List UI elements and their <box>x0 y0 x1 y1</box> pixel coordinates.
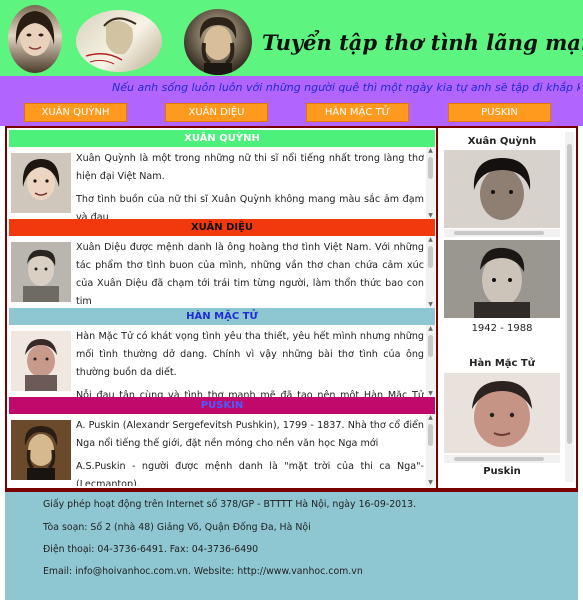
triangle-down-icon[interactable]: ▼ <box>427 479 434 486</box>
section-paragraph: Hàn Mặc Tử có khát vọng tình yêu tha thi… <box>76 331 424 378</box>
section-scrollbar[interactable]: ▲ ▼ <box>426 147 435 219</box>
triangle-down-icon[interactable]: ▼ <box>427 301 434 308</box>
triangle-down-icon[interactable]: ▼ <box>427 212 434 219</box>
triangle-up-icon[interactable]: ▲ <box>427 325 434 332</box>
gallery-photo-xuan-dieu <box>444 240 560 318</box>
poet-photo-xuan-dieu <box>11 242 71 302</box>
site-header: Tuyển tập thơ tình lãng mạn <box>0 0 583 76</box>
section-text: A. Puskin (Alexandr Sergefevitsh Pushkin… <box>76 417 424 486</box>
triangle-down-icon[interactable]: ▼ <box>427 390 434 397</box>
nav-button-puskin[interactable]: PUSKIN <box>448 103 551 122</box>
section-text: Xuân Quỳnh là một trong những nữ thi sĩ … <box>76 150 424 219</box>
triangle-up-icon[interactable]: ▲ <box>427 147 434 154</box>
gallery-photo-xuan-quynh <box>444 150 560 228</box>
section-paragraph: Xuân Quỳnh là một trong những nữ thi sĩ … <box>76 153 424 182</box>
poet-sections: XUÂN QUỲNH Xuân Quỳnh là một trong những… <box>9 130 435 486</box>
header-portrait-xuan-quynh <box>8 5 62 73</box>
section-heading: XUÂN QUỲNH <box>9 130 435 147</box>
section-heading: XUÂN DIỆU <box>9 219 435 236</box>
triangle-up-icon[interactable]: ▲ <box>427 414 434 421</box>
footer-license: Giấy phép hoạt động trên Internet số 378… <box>43 499 417 510</box>
section-puskin: PUSKIN A. Puskin (Alexandr Sergefevitsh … <box>9 397 435 486</box>
gallery-name-han-mac-tu: Hàn Mặc Tử <box>469 358 535 369</box>
gallery-hscroll[interactable] <box>444 455 560 463</box>
gallery-name-puskin: Puskin <box>483 466 521 477</box>
nav-bar: Nếu anh sống luôn luôn với những người q… <box>0 76 583 126</box>
section-xuan-dieu: XUÂN DIỆU Xuân Diệu được mệnh danh là ôn… <box>9 219 435 308</box>
marquee-text: Nếu anh sống luôn luôn với những người q… <box>112 81 580 94</box>
poet-photo-puskin <box>11 420 71 480</box>
section-text: Hàn Mặc Tử có khát vọng tình yêu tha thi… <box>76 328 424 397</box>
section-xuan-quynh: XUÂN QUỲNH Xuân Quỳnh là một trong những… <box>9 130 435 219</box>
section-paragraph: Xuân Diệu được mệnh danh là ông hoàng th… <box>76 242 424 307</box>
section-han-mac-tu: HÀN MẶC TỬ Hàn Mặc Tử có khát vọng tình … <box>9 308 435 397</box>
section-heading: HÀN MẶC TỬ <box>9 308 435 325</box>
poet-photo-xuan-quynh <box>11 153 71 213</box>
poet-photo-han-mac-tu <box>11 331 71 391</box>
gallery-hscroll[interactable] <box>444 229 560 237</box>
nav-button-han-mac-tu[interactable]: HÀN MẶC TỬ <box>306 103 409 122</box>
footer-address: Tòa soạn: Số 2 (nhà 48) Giảng Võ, Quận Đ… <box>43 522 311 533</box>
nav-button-xuan-quynh[interactable]: XUÂN QUỲNH <box>24 103 127 122</box>
nav-button-xuan-dieu[interactable]: XUÂN DIỆU <box>165 103 268 122</box>
footer-contact: Email: info@hoivanhoc.com.vn. Website: h… <box>43 566 363 577</box>
site-title: Tuyển tập thơ tình lãng mạn <box>262 30 583 55</box>
section-scrollbar[interactable]: ▲ ▼ <box>426 414 435 486</box>
gallery-scrollbar[interactable] <box>565 132 574 482</box>
gallery-photo-han-mac-tu <box>444 373 560 453</box>
section-paragraph: Thơ tình buồn của nữ thi sĩ Xuân Quỳnh k… <box>76 194 424 219</box>
section-paragraph: A.S.Puskin - người được mệnh danh là "mặ… <box>76 461 424 486</box>
section-scrollbar[interactable]: ▲ ▼ <box>426 236 435 308</box>
section-heading: PUSKIN <box>9 397 435 414</box>
gallery-years: 1942 - 1988 <box>471 323 533 334</box>
triangle-up-icon[interactable]: ▲ <box>427 236 434 243</box>
section-paragraph: Nỗi đau tận cùng và tình thơ mạnh mẽ đã … <box>76 390 424 397</box>
footer-phone: Điện thoại: 04-3736-6491. Fax: 04-3736-6… <box>43 544 259 555</box>
gallery-name-xuan-quynh: Xuân Quỳnh <box>467 136 537 147</box>
main-content: XUÂN QUỲNH Xuân Quỳnh là một trong những… <box>5 126 578 490</box>
header-portrait-sketch <box>76 10 162 72</box>
section-paragraph: A. Puskin (Alexandr Sergefevitsh Pushkin… <box>76 420 424 449</box>
header-portrait-pushkin <box>184 9 252 75</box>
section-scrollbar[interactable]: ▲ ▼ <box>426 325 435 397</box>
section-text: Xuân Diệu được mệnh danh là ông hoàng th… <box>76 239 424 308</box>
poet-gallery-sidebar: Xuân Quỳnh 1942 - 1988 Hàn Mặc Tử Puskin <box>436 128 576 488</box>
site-footer: Giấy phép hoạt động trên Internet số 378… <box>5 490 578 600</box>
